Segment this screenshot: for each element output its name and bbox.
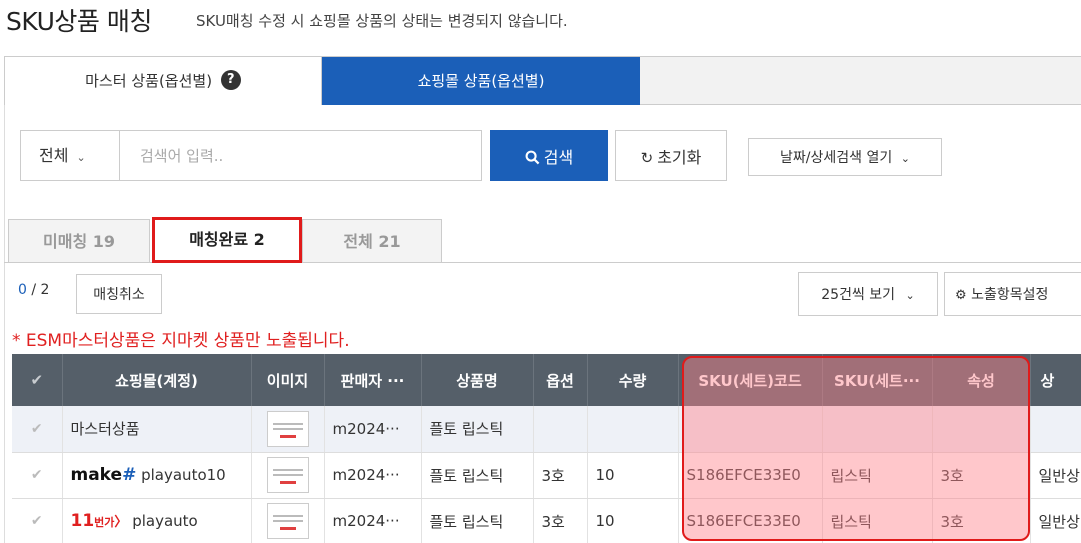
shop-cell: 11번가〉 playauto	[62, 498, 252, 543]
row-checkbox[interactable]: ✔	[12, 452, 63, 499]
product-thumbnail	[251, 498, 325, 543]
shop-account: playauto	[132, 512, 198, 530]
chevron-down-icon: ⌄	[905, 289, 915, 302]
extra-cell	[1030, 406, 1081, 453]
tab-unmatched[interactable]: 미매칭 19	[8, 219, 150, 262]
col-header-option[interactable]: 옵션	[533, 354, 588, 406]
refresh-icon: ↻	[640, 148, 654, 167]
select-all-checkbox[interactable]: ✔	[12, 354, 63, 406]
search-button-label: 검색	[543, 147, 574, 167]
sku-name-cell: 립스틱	[822, 452, 933, 499]
notice-text: * ESM마스터상품은 지마켓 상품만 노출됩니다.	[12, 331, 350, 351]
col-header-sku-code[interactable]: SKU(세트)코드	[678, 354, 823, 406]
shop-account: playauto10	[141, 466, 226, 484]
sku-code-cell	[678, 406, 823, 453]
tab-shopping-mall-product[interactable]: 쇼핑몰 상품(옵션별)	[322, 57, 640, 105]
col-header-attribute[interactable]: 속성	[932, 354, 1031, 406]
attribute-cell: 3호	[932, 498, 1031, 543]
column-settings-button[interactable]: ⚙ 노출항목설정	[944, 272, 1081, 316]
table-header-row: ✔ 쇼핑몰(계정) 이미지 판매자 ··· 상품명 옵션 수량 SKU(세트)코…	[12, 354, 1081, 406]
product-name-link[interactable]: 플토 립스틱	[421, 406, 534, 453]
option-cell: 3호	[533, 452, 588, 499]
page-subtitle: SKU매칭 수정 시 쇼핑몰 상품의 상태는 변경되지 않습니다.	[196, 12, 568, 30]
extra-cell: 일반상	[1030, 498, 1081, 543]
11st-shop-logo: 11번가〉	[70, 511, 128, 531]
reset-button-label: 초기화	[657, 147, 702, 167]
make-shop-logo: make#	[70, 465, 137, 485]
page-title: SKU상품 매칭	[6, 7, 152, 36]
sku-name-cell	[822, 406, 933, 453]
row-checkbox[interactable]: ✔	[12, 406, 63, 453]
selected-count: 0	[18, 282, 27, 298]
reset-button[interactable]: ↻ 초기화	[615, 130, 727, 181]
help-icon[interactable]: ?	[220, 70, 241, 90]
tab-shopping-mall-product-label: 쇼핑몰 상품(옵션별)	[417, 72, 545, 90]
product-table: ✔ 쇼핑몰(계정) 이미지 판매자 ··· 상품명 옵션 수량 SKU(세트)코…	[12, 354, 1081, 543]
col-header-seller[interactable]: 판매자 ···	[324, 354, 422, 406]
selection-count: 0 / 2	[18, 282, 49, 298]
col-header-image[interactable]: 이미지	[251, 354, 325, 406]
seller-code-cell: m2024···	[324, 406, 422, 453]
main-tab-bar: 마스터 상품(옵션별) ? 쇼핑몰 상품(옵션별)	[4, 56, 1081, 105]
sku-name-cell: 립스틱	[822, 498, 933, 543]
qty-cell	[587, 406, 679, 453]
per-page-label: 25건씩 보기	[821, 287, 896, 303]
tab-all[interactable]: 전체 21	[302, 219, 442, 262]
cancel-match-button[interactable]: 매칭취소	[76, 274, 162, 314]
table-row[interactable]: ✔ 마스터상품 m2024··· 플토 립스틱	[12, 406, 1081, 453]
detail-search-label: 날짜/상세검색 열기	[780, 150, 893, 166]
col-header-qty[interactable]: 수량	[587, 354, 679, 406]
shop-cell: 마스터상품	[62, 406, 252, 453]
qty-cell: 10	[587, 452, 679, 499]
col-header-shop[interactable]: 쇼핑몰(계정)	[62, 354, 252, 406]
seller-code-cell: m2024···	[324, 452, 422, 499]
per-page-select[interactable]: 25건씩 보기 ⌄	[798, 272, 938, 316]
tab-matched[interactable]: 매칭완료 2	[152, 217, 302, 263]
table-row[interactable]: ✔ make# playauto10 m2024··· 플토 립스틱 3호 10…	[12, 452, 1081, 499]
seller-code-cell: m2024···	[324, 498, 422, 543]
search-scope-select[interactable]: 전체 ⌄	[20, 130, 120, 181]
product-thumbnail	[251, 406, 325, 453]
product-name-cell: 플토 립스틱	[421, 498, 534, 543]
search-button[interactable]: 검색	[490, 130, 608, 181]
column-settings-label: 노출항목설정	[971, 287, 1049, 303]
extra-cell: 일반상	[1030, 452, 1081, 499]
table-row[interactable]: ✔ 11번가〉 playauto m2024··· 플토 립스틱 3호 10 S…	[12, 498, 1081, 543]
chevron-down-icon: ⌄	[900, 152, 910, 165]
search-icon	[525, 150, 540, 164]
search-scope-value: 전체	[39, 146, 69, 165]
chevron-down-icon: ⌄	[76, 151, 86, 164]
option-cell	[533, 406, 588, 453]
col-header-product-name[interactable]: 상품명	[421, 354, 534, 406]
product-thumbnail	[251, 452, 325, 499]
tab-master-product[interactable]: 마스터 상품(옵션별) ?	[4, 57, 322, 105]
col-header-sku-name[interactable]: SKU(세트···	[822, 354, 933, 406]
qty-cell: 10	[587, 498, 679, 543]
gear-icon: ⚙	[955, 288, 967, 303]
option-cell: 3호	[533, 498, 588, 543]
col-header-extra[interactable]: 상	[1030, 354, 1081, 406]
search-input[interactable]	[120, 130, 482, 181]
shop-cell: make# playauto10	[62, 452, 252, 499]
attribute-cell: 3호	[932, 452, 1031, 499]
detail-search-toggle[interactable]: 날짜/상세검색 열기 ⌄	[748, 138, 942, 176]
row-checkbox[interactable]: ✔	[12, 498, 63, 543]
count-separator: /	[31, 282, 37, 298]
attribute-cell	[932, 406, 1031, 453]
tab-master-product-label: 마스터 상품(옵션별)	[85, 72, 213, 90]
total-count: 2	[40, 282, 50, 298]
sku-code-cell: S186EFCE33E0	[678, 452, 823, 499]
sku-code-cell: S186EFCE33E0	[678, 498, 823, 543]
product-name-cell: 플토 립스틱	[421, 452, 534, 499]
